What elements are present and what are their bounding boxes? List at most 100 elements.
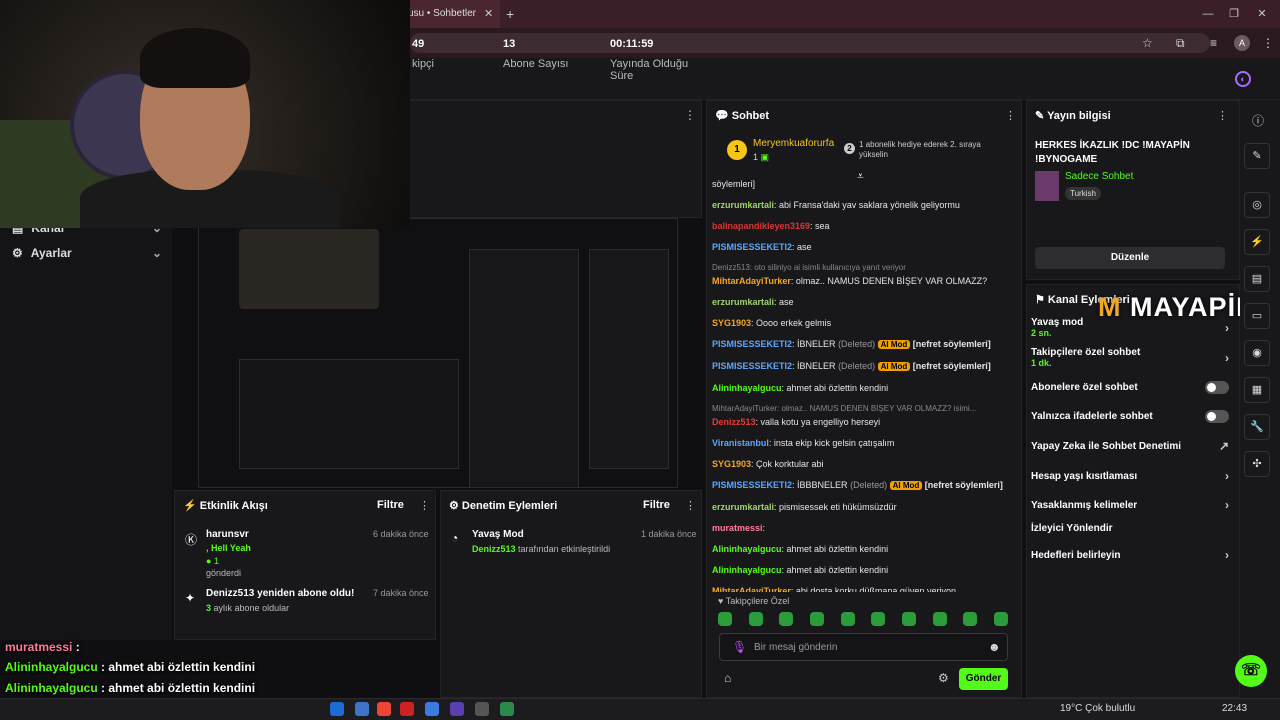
chat-username[interactable]: MihtarAdayiTurker	[712, 276, 791, 286]
chat-bubble-icon[interactable]: ▭	[1244, 303, 1270, 329]
edit-icon[interactable]: ✎	[1244, 143, 1270, 169]
profile-avatar[interactable]: A	[1234, 35, 1250, 51]
stream-preview[interactable]	[198, 218, 678, 488]
chat-username[interactable]: erzurumkartali	[712, 297, 774, 307]
store-icon[interactable]: ⌂	[724, 671, 731, 685]
chat-username[interactable]: PISMISESSEKETI2	[712, 242, 792, 252]
media-icon[interactable]: ≡	[1210, 33, 1217, 53]
webcam-overlay	[0, 0, 410, 228]
pinned-user[interactable]: Meryemkuaforurfa	[753, 138, 834, 149]
chat-username[interactable]: PISMISESSEKETI2	[712, 480, 792, 490]
send-button[interactable]: Gönder	[959, 668, 1008, 690]
channel-action-row[interactable]: İzleyici Yönlendir	[1031, 523, 1229, 534]
microphone-icon[interactable]: 🎙	[732, 640, 747, 654]
chat-text: : olmaz.. NAMUS DENEN BİŞEY VAR OLMAZZ?	[790, 276, 988, 286]
window-close-icon[interactable]: ✕	[1244, 0, 1280, 28]
stats-menu-icon[interactable]: ⋮	[684, 108, 696, 122]
target-icon[interactable]: ◎	[1244, 192, 1270, 218]
chat-username[interactable]: balinapandikleyen3169	[712, 221, 810, 231]
sidebar-item-ayarlar[interactable]: ⚙ Ayarlar ⌄	[12, 246, 162, 260]
taskbar-chrome-icon[interactable]	[500, 702, 514, 716]
taskbar-clock[interactable]: 22:43	[1222, 699, 1247, 719]
menu-icon[interactable]: ⋮	[1262, 33, 1274, 53]
chat-username[interactable]: Alininhayalgucu	[712, 383, 782, 393]
chat-input[interactable]: 🎙 Bir mesaj gönderin ☻	[719, 633, 1008, 661]
emoji-icon[interactable]: ☻	[988, 640, 1001, 654]
weather-widget[interactable]: 19°C Çok bulutlu	[1060, 699, 1135, 719]
channel-action-row[interactable]: Yalnızca ifadelerle sohbet	[1031, 410, 1229, 423]
emote-icon[interactable]	[932, 612, 947, 626]
taskbar-app-icon[interactable]	[400, 702, 414, 716]
chat-username[interactable]: Denizz513	[712, 417, 756, 427]
emote-icon[interactable]	[871, 612, 886, 626]
channel-action-row[interactable]: Abonelere özel sohbet	[1031, 381, 1229, 394]
emote-icon[interactable]	[993, 612, 1008, 626]
emote-icon[interactable]	[963, 612, 978, 626]
new-tab-button[interactable]: +	[506, 0, 514, 28]
layout-icon[interactable]: ▦	[1244, 377, 1270, 403]
taskbar-app-icon[interactable]	[377, 702, 391, 716]
chevron-right-icon: ›	[1225, 498, 1229, 512]
chat-username[interactable]: PISMISESSEKETI2	[712, 339, 792, 349]
chat-username[interactable]: Alininhayalgucu	[712, 544, 782, 554]
bookmark-star-icon[interactable]: ☆	[1142, 33, 1153, 53]
taskbar-app-icon[interactable]	[450, 702, 464, 716]
preview-actions	[589, 249, 669, 469]
overlay-username: Alininhayalgucu	[5, 681, 98, 695]
activity-filter-button[interactable]: Filtre	[377, 499, 404, 511]
emote-icon[interactable]	[779, 612, 794, 626]
document-icon[interactable]: ▤	[1244, 266, 1270, 292]
broadcast-icon[interactable]: ◉	[1244, 340, 1270, 366]
toggle-switch[interactable]	[1205, 381, 1229, 394]
emote-icon[interactable]	[748, 612, 763, 626]
chat-username[interactable]: SYG1903	[712, 459, 751, 469]
activity-menu-icon[interactable]: ⋮	[419, 499, 430, 512]
channel-action-row[interactable]: Takipçilere özel sohbet 1 dk. ›	[1031, 347, 1229, 368]
chat-message: balinapandikleyen3169: sea	[712, 220, 1012, 232]
chat-username[interactable]: Alininhayalgucu	[712, 565, 782, 575]
chat-username[interactable]: SYG1903	[712, 318, 751, 328]
emote-icon[interactable]	[901, 612, 916, 626]
channel-action-row[interactable]: Yasaklanmış kelimeler ›	[1031, 498, 1229, 512]
chat-settings-icon[interactable]: ⚙	[938, 671, 949, 685]
channel-action-row[interactable]: Hesap yaşı kısıtlaması ›	[1031, 469, 1229, 483]
tab-close-icon[interactable]: ✕	[484, 0, 493, 28]
chat-text: : ahmet abi özlettin kendini	[781, 565, 889, 575]
help-chat-button[interactable]: ☏	[1235, 655, 1267, 687]
emote-icon[interactable]	[718, 612, 732, 626]
chat-username[interactable]: erzurumkartali	[712, 502, 774, 512]
event-time: 1 dakika önce	[641, 529, 697, 539]
chevron-right-icon: ›	[1225, 548, 1229, 562]
chat-username[interactable]: erzurumkartali	[712, 200, 774, 210]
chat-username[interactable]: Viranistanbul	[712, 438, 769, 448]
toggle-switch[interactable]	[1205, 410, 1229, 423]
chat-message: Denizz513: oto siliniyo ai isimli kullan…	[712, 262, 1012, 287]
user-avatar[interactable]: ◐	[1235, 71, 1251, 87]
event-time: 6 dakika önce	[373, 529, 429, 539]
chat-username[interactable]: PISMISESSEKETI2	[712, 361, 792, 371]
taskbar-app-icon[interactable]	[355, 702, 369, 716]
reply-context: Denizz513: oto siliniyo ai isimli kullan…	[712, 263, 906, 272]
moderation-filter-button[interactable]: Filtre	[643, 499, 670, 511]
taskbar-app-icon[interactable]	[425, 702, 439, 716]
extensions-icon[interactable]: ⧉	[1176, 33, 1185, 53]
category-name[interactable]: Sadece Sohbet	[1065, 171, 1133, 182]
channel-action-row[interactable]: Yapay Zeka ile Sohbet Denetimi ↗	[1031, 439, 1229, 453]
info-icon[interactable]: ⓘ	[1252, 112, 1264, 129]
moderation-menu-icon[interactable]: ⋮	[685, 499, 696, 512]
shapes-icon[interactable]: ✣	[1244, 451, 1270, 477]
emote-icon[interactable]	[809, 612, 824, 626]
chat-username[interactable]: muratmessi	[712, 523, 763, 533]
chat-message: erzurumkartali: pismisessek eti hükümsüz…	[712, 501, 1012, 513]
taskbar-app-icon[interactable]	[330, 702, 344, 716]
emote-icon[interactable]	[840, 612, 855, 626]
stream-info-menu-icon[interactable]: ⋮	[1217, 109, 1228, 122]
chat-username[interactable]: MihtarAdayiTurker	[712, 586, 791, 592]
wrench-icon[interactable]: 🔧	[1244, 414, 1270, 440]
channel-action-row[interactable]: Hedefleri belirleyin ›	[1031, 548, 1229, 562]
edit-button[interactable]: Düzenle	[1035, 247, 1225, 269]
taskbar-app-icon[interactable]	[475, 702, 489, 716]
chat-menu-icon[interactable]: ⋮	[1005, 109, 1016, 122]
lightning-icon[interactable]: ⚡	[1244, 229, 1270, 255]
chat-text: : İBNELER	[792, 339, 836, 349]
